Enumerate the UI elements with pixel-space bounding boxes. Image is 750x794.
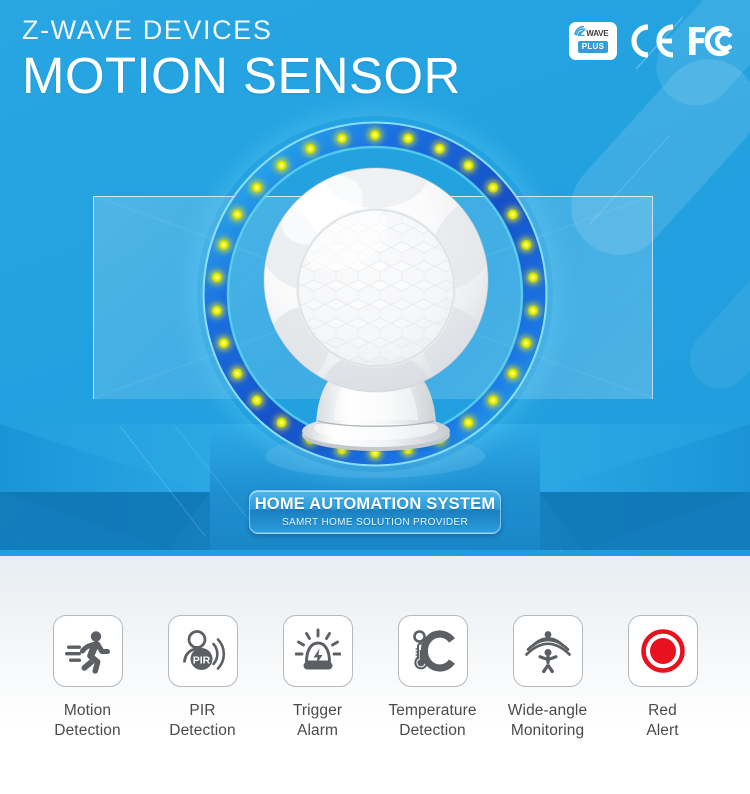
feature-wide-angle-monitoring[interactable]: Wide-angle Monitoring <box>490 615 605 740</box>
page-title: Z-WAVE DEVICES MOTION SENSOR <box>22 15 461 105</box>
signal-arcs-icon <box>574 26 585 36</box>
feature-icon-box: PIR <box>167 615 238 687</box>
motion-sensor-device <box>263 167 489 452</box>
feature-icon-box <box>627 615 698 687</box>
feature-label: Motion Detection <box>54 702 121 739</box>
hero-section: HOME AUTOMATION SYSTEM SAMRT HOME SOLUTI… <box>0 0 750 556</box>
feature-pir-detection[interactable]: PIR PIR Detection <box>145 615 260 740</box>
ribbon-title: HOME AUTOMATION SYSTEM <box>254 495 496 514</box>
decorative-capsule <box>677 249 750 401</box>
feature-label: Red Alert <box>646 702 679 739</box>
feature-icon-box <box>282 615 353 687</box>
zwave-plus-text: PLUS <box>577 41 609 53</box>
feature-list: Motion Detection PIR PIR Detection Trigg… <box>0 556 750 794</box>
feature-label: Temperature Detection <box>388 702 477 739</box>
feature-temperature-detection[interactable]: Temperature Detection <box>375 615 490 740</box>
feature-motion-detection[interactable]: Motion Detection <box>30 615 145 740</box>
feature-red-alert[interactable]: Red Alert <box>605 615 720 740</box>
feature-icon-box <box>52 615 123 687</box>
certification-badges: Z WAVE PLUS <box>569 22 732 60</box>
feature-label: Wide-angle Monitoring <box>507 702 588 739</box>
header-eyebrow: Z-WAVE DEVICES <box>22 15 273 45</box>
feature-label: Trigger Alarm <box>292 702 343 739</box>
fcc-mark-icon <box>689 25 732 57</box>
header-title: MOTION SENSOR <box>22 47 461 105</box>
running-person-icon <box>64 631 110 674</box>
feature-icon-box <box>512 615 583 687</box>
ribbon-subtitle: SAMRT HOME SOLUTION PROVIDER <box>281 516 469 528</box>
feature-trigger-alarm[interactable]: Trigger Alarm <box>260 615 375 740</box>
home-automation-ribbon[interactable]: HOME AUTOMATION SYSTEM SAMRT HOME SOLUTI… <box>249 490 501 534</box>
zwave-wave-text: WAVE <box>586 28 609 38</box>
wide-angle-icon <box>524 631 571 674</box>
feature-label: PIR Detection <box>169 702 236 739</box>
celsius-thermometer-icon <box>412 630 455 672</box>
svg-text:PIR: PIR <box>192 654 210 666</box>
ce-mark-icon <box>631 24 674 58</box>
red-alert-icon <box>640 629 685 673</box>
feature-icon-box <box>397 615 468 687</box>
product-banner: HOME AUTOMATION SYSTEM SAMRT HOME SOLUTI… <box>0 0 750 794</box>
zwave-plus-badge: Z WAVE PLUS <box>569 22 617 60</box>
alarm-siren-icon <box>294 628 341 670</box>
pir-sensor-icon: PIR <box>182 630 225 670</box>
